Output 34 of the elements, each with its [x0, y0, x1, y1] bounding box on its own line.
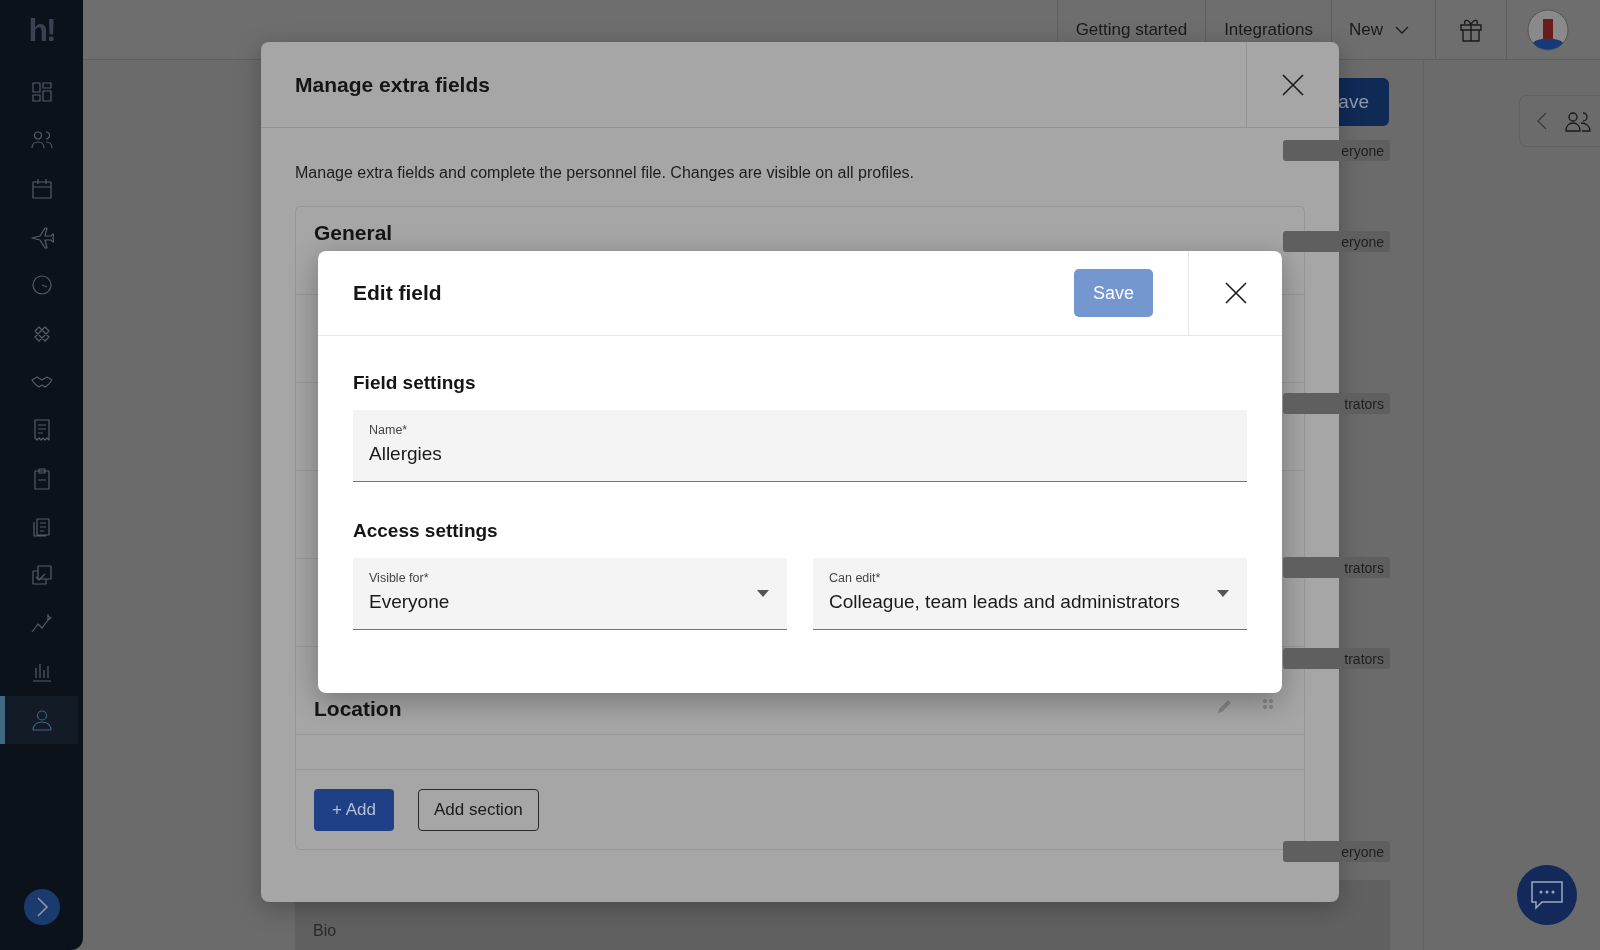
access-tag: eryone [1283, 231, 1390, 252]
chat-button[interactable] [1517, 865, 1577, 925]
add-button[interactable]: + Add [314, 789, 394, 831]
access-tag: trators [1283, 648, 1390, 669]
avatar[interactable] [1527, 8, 1569, 51]
add-section-button[interactable]: Add section [417, 789, 539, 831]
access-tag: eryone [1283, 140, 1390, 161]
field-label: Bio [313, 922, 337, 939]
caret-icon [757, 590, 769, 597]
people-icon [1564, 109, 1592, 133]
section-heading: Access settings [353, 520, 499, 542]
access-tag: eryone [1283, 841, 1390, 862]
section-heading: Field settings [353, 372, 477, 394]
access-tag: trators [1283, 557, 1390, 578]
dialog-title: Manage extra fields [294, 72, 491, 97]
dialog-title: Edit field [352, 281, 443, 305]
name-field[interactable]: Name* Allergies [353, 410, 1247, 482]
sidebar-item[interactable] [0, 695, 78, 745]
expand-button[interactable] [23, 889, 60, 925]
close-icon[interactable] [1281, 72, 1305, 97]
chevron-right-icon [34, 896, 49, 918]
chevron-left-icon [1536, 111, 1548, 131]
caret-icon [1217, 590, 1229, 597]
pencil-icon[interactable] [1216, 697, 1234, 715]
section-title: Location [314, 697, 402, 721]
close-icon[interactable] [1223, 281, 1248, 305]
side-panel-button[interactable] [1519, 95, 1600, 147]
dialog-description: Manage extra fields and complete the personnel file. Changes are visible on all profiles. [294, 163, 916, 182]
select-field[interactable]: Can edit* Colleague, team leads and administrators [813, 558, 1247, 630]
chevron-down-icon [1395, 24, 1409, 35]
section-title: General [314, 221, 393, 245]
select-field[interactable]: Visible for* Everyone [353, 558, 787, 630]
access-tag: trators [1283, 393, 1390, 414]
chat-icon [1530, 880, 1564, 910]
